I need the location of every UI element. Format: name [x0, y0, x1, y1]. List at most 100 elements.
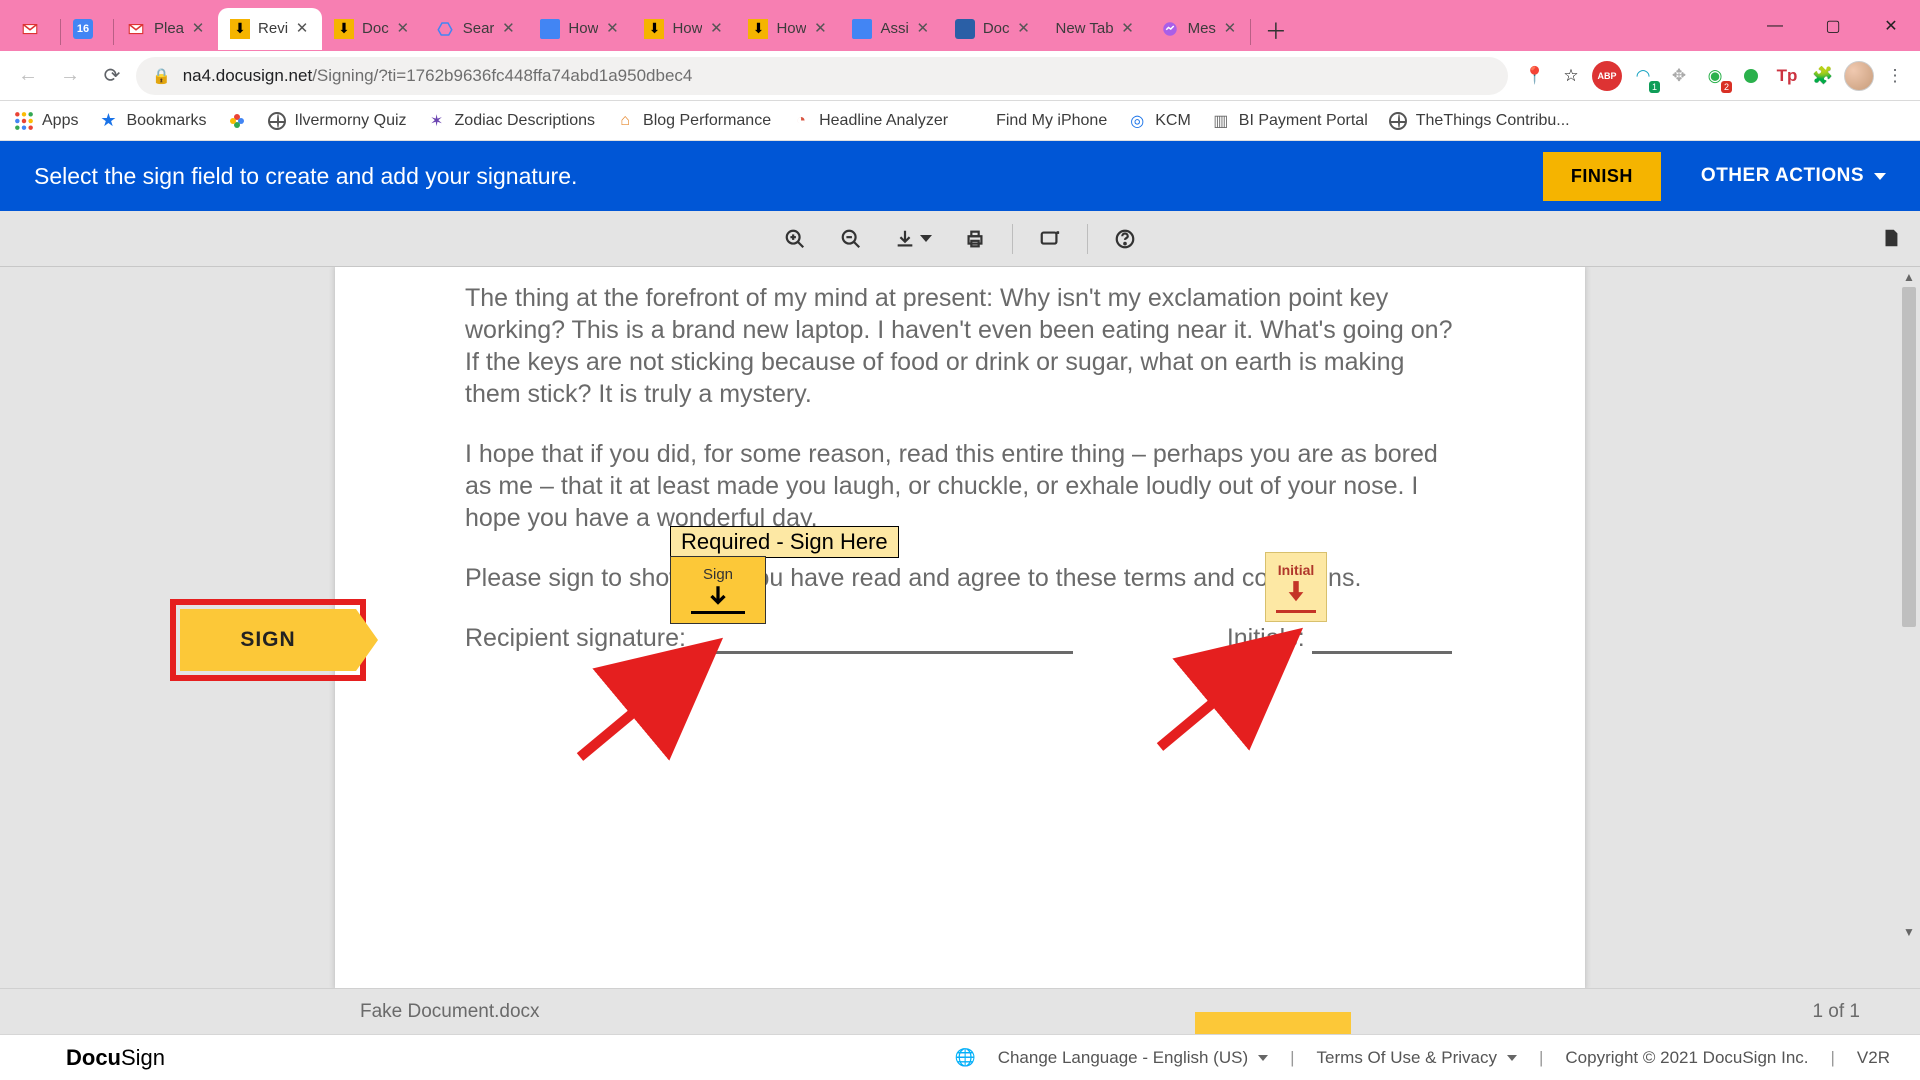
help-button[interactable] [1106, 220, 1144, 258]
close-icon[interactable]: ✕ [1120, 21, 1136, 37]
maximize-button[interactable]: ▢ [1804, 0, 1862, 51]
bookmark-headline[interactable]: ◔ Headline Analyzer [791, 111, 948, 131]
close-icon[interactable]: ✕ [294, 21, 310, 37]
minimize-button[interactable]: — [1746, 0, 1804, 51]
tab-how2[interactable]: ⬇ How ✕ [632, 8, 736, 50]
comment-button[interactable] [1031, 220, 1069, 258]
reload-button[interactable]: ⟳ [94, 58, 130, 94]
lock-icon: 🔒 [152, 67, 171, 85]
tab-calendar[interactable]: 16 [61, 8, 113, 50]
close-icon[interactable]: ✕ [604, 21, 620, 37]
download-button[interactable] [888, 220, 938, 258]
tab-title: Plea [154, 20, 184, 37]
location-icon[interactable]: 📍 [1520, 61, 1550, 91]
scrollbar-thumb[interactable] [1902, 287, 1916, 627]
extensions-puzzle-icon[interactable]: 🧩 [1808, 61, 1838, 91]
url-path: /Signing/?ti=1762b9636fc448ffa74abd1a950… [312, 66, 692, 86]
print-button[interactable] [956, 220, 994, 258]
bookmark-label: Blog Performance [643, 112, 771, 130]
close-icon[interactable]: ✕ [1222, 21, 1238, 37]
abp-extension-icon[interactable]: ABP [1592, 61, 1622, 91]
page-indicator: 1 of 1 [1812, 1001, 1860, 1023]
zoom-in-button[interactable] [776, 220, 814, 258]
extension-icon-2[interactable]: ✥ [1664, 61, 1694, 91]
finish-button[interactable]: FINISH [1543, 152, 1661, 201]
tab-gmail[interactable] [8, 8, 60, 50]
bookmark-bookmarks[interactable]: ★ Bookmarks [98, 111, 206, 131]
bookmarks-bar: Apps ★ Bookmarks Ilvermorny Quiz ✶ Zodia… [0, 101, 1920, 141]
apps-button[interactable]: Apps [14, 111, 78, 131]
tab-docusign-active[interactable]: ⬇ Revi ✕ [218, 8, 322, 50]
documents-panel-button[interactable] [1876, 223, 1906, 253]
bookmark-zodiac[interactable]: ✶ Zodiac Descriptions [427, 111, 596, 131]
tab-messenger[interactable]: Mes ✕ [1148, 8, 1250, 50]
initials-label: Initials: [1227, 624, 1305, 652]
close-icon[interactable]: ✕ [190, 21, 206, 37]
scroll-down-arrow[interactable]: ▼ [1900, 922, 1918, 942]
bookmark-star-icon[interactable]: ☆ [1556, 61, 1586, 91]
tab-newtab[interactable]: New Tab ✕ [1044, 8, 1148, 50]
calendar-icon: 16 [73, 19, 93, 39]
document-viewport[interactable]: The thing at the forefront of my mind at… [0, 267, 1920, 988]
chrome-menu-icon[interactable]: ⋮ [1880, 61, 1910, 91]
chevron-down-icon [920, 235, 932, 242]
tab-doc[interactable]: ⬇ Doc ✕ [322, 8, 423, 50]
language-dropdown[interactable]: Change Language - English (US) [998, 1048, 1268, 1068]
bookmark-ilvermorny[interactable]: Ilvermorny Quiz [267, 111, 407, 131]
doc-paragraph: The thing at the forefront of my mind at… [465, 282, 1455, 410]
bookmark-blog[interactable]: ⌂ Blog Performance [615, 111, 771, 131]
tab-how1[interactable]: How ✕ [528, 8, 632, 50]
forward-button[interactable]: → [52, 58, 88, 94]
bookmark-bi-payment[interactable]: ▥ BI Payment Portal [1211, 111, 1368, 131]
vertical-scrollbar[interactable]: ▲ ▼ [1900, 267, 1918, 942]
bookmark-findmyiphone[interactable]: Find My iPhone [968, 111, 1107, 131]
new-tab-button[interactable]: ＋ [1259, 13, 1293, 47]
close-icon[interactable]: ✕ [812, 21, 828, 37]
window-controls: — ▢ ✕ [1746, 0, 1920, 51]
globe-icon [267, 111, 287, 131]
tp-extension-icon[interactable]: Tp [1772, 61, 1802, 91]
extension-icon-4[interactable] [1736, 61, 1766, 91]
tab-assi[interactable]: Assi ✕ [840, 8, 942, 50]
sign-tag-label: Sign [703, 566, 733, 583]
close-icon[interactable]: ✕ [708, 21, 724, 37]
terms-dropdown[interactable]: Terms Of Use & Privacy [1317, 1048, 1517, 1068]
globe-icon [1388, 111, 1408, 131]
close-icon[interactable]: ✕ [395, 21, 411, 37]
bookmark-kcm[interactable]: ◎ KCM [1127, 111, 1191, 131]
next-page-peek [1195, 1012, 1351, 1034]
close-icon[interactable]: ✕ [500, 21, 516, 37]
copyright-text: Copyright © 2021 DocuSign Inc. [1565, 1048, 1808, 1068]
browser-address-bar: ← → ⟳ 🔒 na4.docusign.net/Signing/?ti=176… [0, 51, 1920, 101]
globe-icon: 🌐 [955, 1048, 976, 1068]
browser-tabstrip: 16 Plea ✕ ⬇ Revi ✕ ⬇ Doc ✕ Sear ✕ How ✕ … [0, 0, 1920, 51]
gdrive-icon [435, 19, 455, 39]
other-actions-dropdown[interactable]: OTHER ACTIONS [1701, 165, 1886, 187]
zoom-out-button[interactable] [832, 220, 870, 258]
omnibox[interactable]: 🔒 na4.docusign.net/Signing/?ti=1762b9636… [136, 57, 1508, 95]
tab-gmail-2[interactable]: Plea ✕ [114, 8, 218, 50]
sign-here-tag[interactable]: Sign [670, 556, 766, 624]
close-icon[interactable]: ✕ [1016, 21, 1032, 37]
close-window-button[interactable]: ✕ [1862, 0, 1920, 51]
tab-title: Revi [258, 20, 288, 37]
extension-icon-1[interactable]: ◠1 [1628, 61, 1658, 91]
bookmark-label: Headline Analyzer [819, 112, 948, 130]
bookmark-thethings[interactable]: TheThings Contribu... [1388, 111, 1570, 131]
initial-tag-label: Initial [1278, 562, 1315, 578]
initial-here-tag[interactable]: Initial [1265, 552, 1327, 622]
bookmark-photos[interactable] [227, 111, 247, 131]
back-button[interactable]: ← [10, 58, 46, 94]
close-icon[interactable]: ✕ [915, 21, 931, 37]
banner-instruction: Select the sign field to create and add … [34, 163, 1543, 190]
sign-navigator-button[interactable]: SIGN [170, 599, 366, 681]
tab-search[interactable]: Sear ✕ [423, 8, 529, 50]
bookmark-label: Ilvermorny Quiz [295, 112, 407, 130]
tab-how3[interactable]: ⬇ How ✕ [736, 8, 840, 50]
download-icon: ⬇ [644, 19, 664, 39]
extension-icon-3[interactable]: ◉2 [1700, 61, 1730, 91]
messenger-icon [1160, 19, 1180, 39]
scroll-up-arrow[interactable]: ▲ [1900, 267, 1918, 287]
tab-docusign2[interactable]: Doc ✕ [943, 8, 1044, 50]
profile-avatar[interactable] [1844, 61, 1874, 91]
